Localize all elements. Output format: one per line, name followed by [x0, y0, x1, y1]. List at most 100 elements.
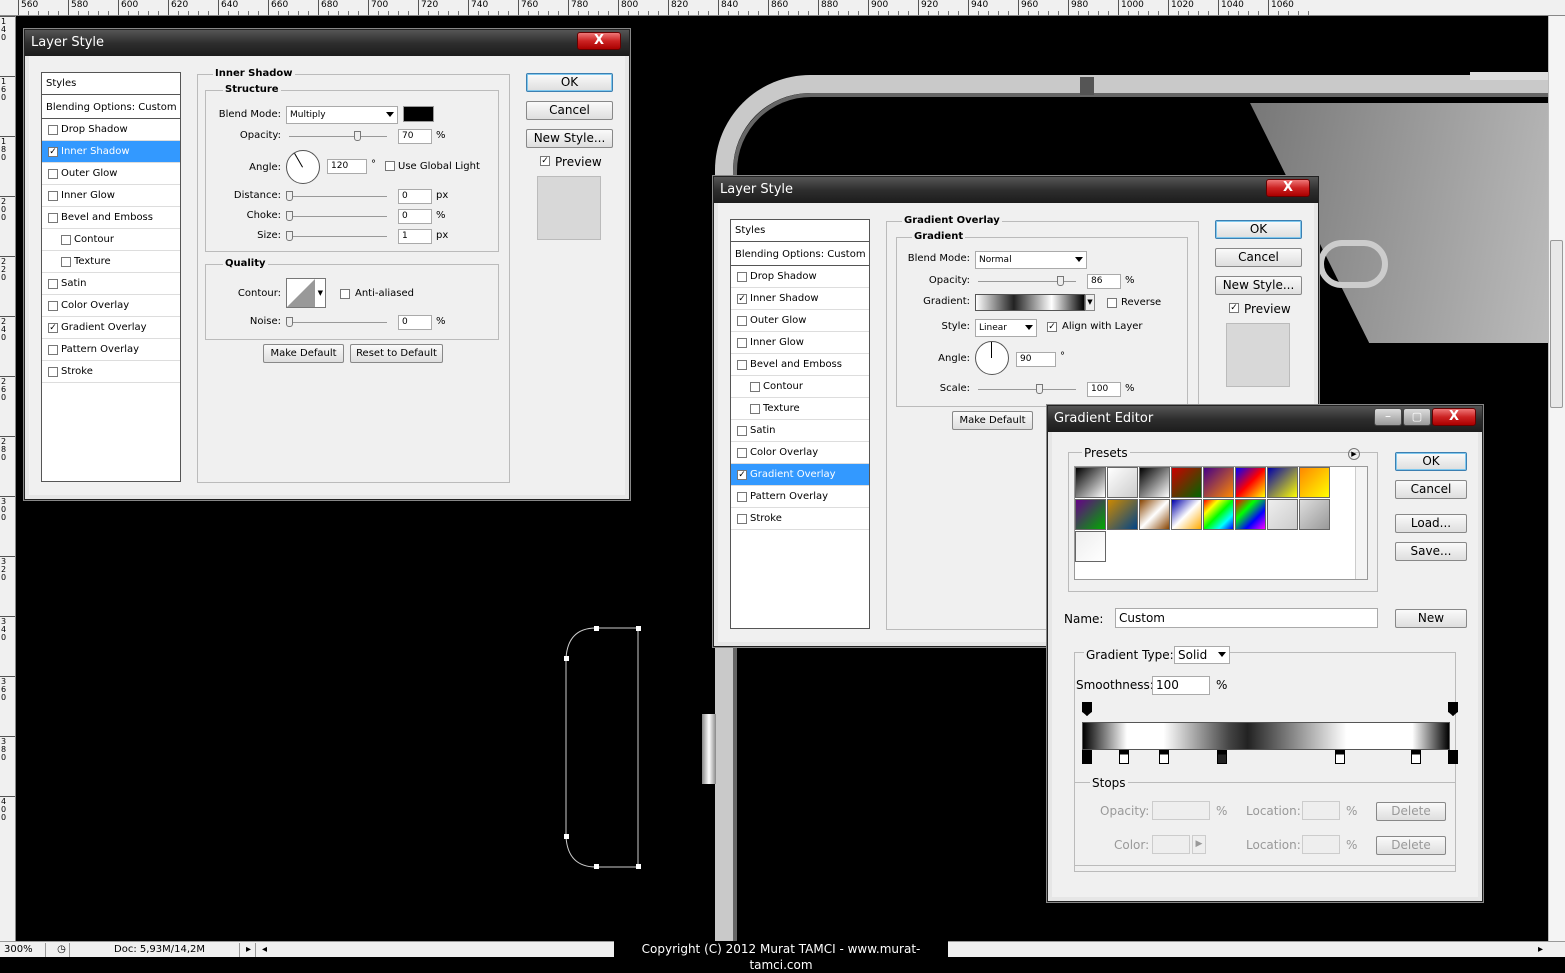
- style-item-color-overlay[interactable]: Color Overlay: [731, 442, 869, 464]
- ge-ok-button[interactable]: OK: [1395, 452, 1467, 471]
- choke-slider[interactable]: [289, 216, 387, 217]
- noise-slider[interactable]: [289, 322, 387, 323]
- gradient-preset-swatch[interactable]: [1299, 467, 1330, 498]
- angle-dial[interactable]: [286, 150, 320, 184]
- gradient-preset-swatch[interactable]: [1075, 467, 1106, 498]
- size-input[interactable]: 1: [398, 229, 432, 244]
- style-item-gradient-overlay[interactable]: ✓ Gradient Overlay: [731, 464, 869, 486]
- cancel-button[interactable]: Cancel: [526, 101, 613, 120]
- style-checkbox[interactable]: [737, 492, 747, 502]
- gradient-preset-swatch[interactable]: [1171, 467, 1202, 498]
- opacity-stop[interactable]: [1448, 702, 1458, 716]
- style-item-drop-shadow[interactable]: Drop Shadow: [731, 266, 869, 288]
- gradient-preset-swatch[interactable]: [1267, 467, 1298, 498]
- status-arrow-icon[interactable]: ▸: [242, 943, 256, 957]
- style-checkbox[interactable]: [737, 360, 747, 370]
- style-checkbox[interactable]: [48, 169, 58, 179]
- blend-mode-select-2[interactable]: Normal: [975, 251, 1087, 269]
- stop-color-swatch[interactable]: [1152, 835, 1190, 854]
- scroll-right-icon[interactable]: ▸: [1534, 943, 1548, 957]
- color-delete-button[interactable]: Delete: [1376, 836, 1446, 855]
- new-style-button-2[interactable]: New Style...: [1215, 276, 1302, 295]
- style-checkbox[interactable]: [737, 514, 747, 524]
- style-item-inner-shadow[interactable]: ✓ Inner Shadow: [731, 288, 869, 310]
- maximize-icon[interactable]: ▢: [1403, 408, 1431, 426]
- make-default-button[interactable]: Make Default: [263, 344, 344, 363]
- dialog2-close-button[interactable]: X: [1266, 179, 1310, 197]
- style-checkbox[interactable]: [61, 235, 71, 245]
- scrollbar-thumb[interactable]: [1550, 240, 1563, 408]
- styles-header[interactable]: Styles: [42, 73, 180, 95]
- name-input[interactable]: Custom: [1115, 608, 1378, 628]
- style-checkbox[interactable]: [48, 367, 58, 377]
- style-item-bevel-and-emboss[interactable]: Bevel and Emboss: [731, 354, 869, 376]
- blend-mode-select[interactable]: Multiply: [286, 106, 398, 124]
- gradient-preset-swatch[interactable]: [1075, 531, 1106, 562]
- distance-input[interactable]: 0: [398, 189, 432, 204]
- color-location-input[interactable]: [1302, 835, 1340, 854]
- reset-default-button[interactable]: Reset to Default: [350, 344, 443, 363]
- opacity-delete-button[interactable]: Delete: [1376, 802, 1446, 821]
- color-stop[interactable]: [1448, 750, 1458, 764]
- style-checkbox[interactable]: ✓: [737, 294, 747, 304]
- noise-input[interactable]: 0: [398, 315, 432, 330]
- style-item-inner-shadow[interactable]: ✓ Inner Shadow: [42, 141, 180, 163]
- style-item-satin[interactable]: Satin: [42, 273, 180, 295]
- gradient-preset-swatch[interactable]: [1075, 499, 1106, 530]
- size-slider[interactable]: [289, 236, 387, 237]
- opacity-slider[interactable]: [289, 136, 387, 137]
- ok-button[interactable]: OK: [526, 73, 613, 92]
- style-checkbox[interactable]: [750, 382, 760, 392]
- gradient-preset-swatch[interactable]: [1139, 499, 1170, 530]
- blending-options-item[interactable]: Blending Options: Custom: [731, 244, 869, 266]
- style-checkbox[interactable]: ✓: [48, 323, 58, 333]
- reverse-checkbox[interactable]: [1107, 298, 1117, 308]
- style-checkbox[interactable]: [48, 191, 58, 201]
- dialog1-close-button[interactable]: X: [577, 32, 621, 50]
- gradient-preset-swatch[interactable]: [1107, 467, 1138, 498]
- align-layer-checkbox[interactable]: ✓: [1047, 322, 1057, 332]
- gradient-preset-swatch[interactable]: [1139, 467, 1170, 498]
- style-checkbox[interactable]: [737, 426, 747, 436]
- style-checkbox[interactable]: [48, 279, 58, 289]
- style-item-outer-glow[interactable]: Outer Glow: [42, 163, 180, 185]
- opacity-slider-thumb[interactable]: [354, 131, 361, 141]
- style-item-satin[interactable]: Satin: [731, 420, 869, 442]
- make-default-button-2[interactable]: Make Default: [952, 411, 1033, 430]
- new-style-button[interactable]: New Style...: [526, 129, 613, 148]
- opacity-stop[interactable]: [1082, 702, 1092, 716]
- style-checkbox[interactable]: [750, 404, 760, 414]
- color-stop[interactable]: [1334, 750, 1345, 764]
- gradient-preset-swatch[interactable]: [1107, 499, 1138, 530]
- choke-slider-thumb[interactable]: [286, 211, 293, 221]
- scale-slider-thumb[interactable]: [1036, 384, 1043, 394]
- size-slider-thumb[interactable]: [286, 231, 293, 241]
- ok-button-2[interactable]: OK: [1215, 220, 1302, 239]
- gradient-preset-swatch[interactable]: [1235, 467, 1266, 498]
- style-checkbox[interactable]: [48, 345, 58, 355]
- stop-opacity-input[interactable]: [1152, 801, 1210, 820]
- chevron-down-icon[interactable]: ▼: [1085, 294, 1095, 311]
- smoothness-input[interactable]: 100: [1152, 676, 1210, 695]
- new-button[interactable]: New: [1395, 609, 1467, 628]
- global-light-checkbox[interactable]: [385, 161, 395, 171]
- gradient-preset-swatch[interactable]: [1299, 499, 1330, 530]
- zoom-level[interactable]: 300%: [0, 943, 46, 957]
- distance-slider-thumb[interactable]: [286, 191, 293, 201]
- contour-picker[interactable]: ▼: [286, 278, 326, 308]
- gradient-preset-swatch[interactable]: [1267, 499, 1298, 530]
- style-item-texture[interactable]: Texture: [42, 251, 180, 273]
- style-item-texture[interactable]: Texture: [731, 398, 869, 420]
- style-item-inner-glow[interactable]: Inner Glow: [42, 185, 180, 207]
- angle-input[interactable]: 120: [327, 159, 367, 174]
- blending-options-item[interactable]: Blending Options: Custom: [42, 97, 180, 119]
- preview-checkbox-2[interactable]: ✓: [1229, 303, 1239, 313]
- style-checkbox[interactable]: [737, 316, 747, 326]
- style-item-stroke[interactable]: Stroke: [42, 361, 180, 383]
- opacity-input[interactable]: 70: [398, 129, 432, 144]
- style-item-gradient-overlay[interactable]: ✓ Gradient Overlay: [42, 317, 180, 339]
- gradient-editor-close-button[interactable]: X: [1432, 408, 1476, 426]
- cancel-button-2[interactable]: Cancel: [1215, 248, 1302, 267]
- choke-input[interactable]: 0: [398, 209, 432, 224]
- style-checkbox[interactable]: [737, 448, 747, 458]
